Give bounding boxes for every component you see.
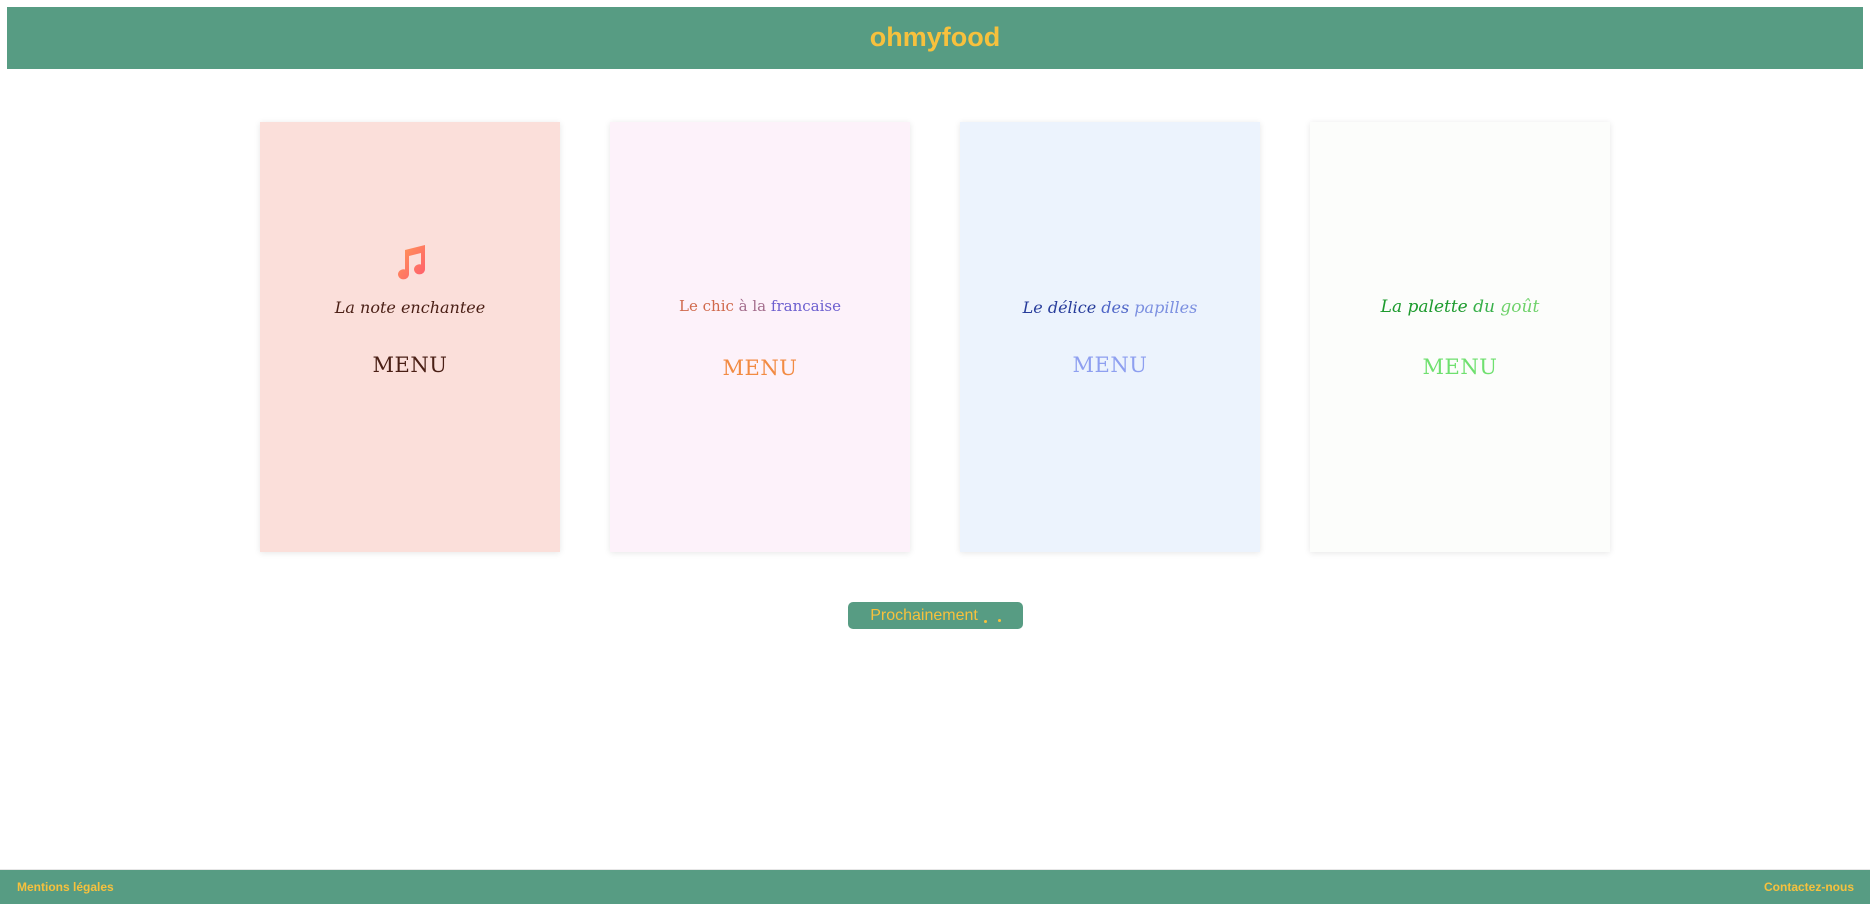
music-note-icon	[398, 245, 426, 280]
site-footer: Mentions légales Contactez-nous	[0, 869, 1870, 904]
menu-link[interactable]: MENU	[260, 353, 560, 377]
loading-dots-icon	[983, 609, 1001, 623]
card-title-part: des	[1101, 298, 1135, 317]
card-title-part: à la	[738, 297, 771, 315]
card-title: Le chic à la francaise	[610, 297, 910, 315]
restaurant-card-la-note-enchantee[interactable]: La note enchantee MENU	[260, 122, 560, 552]
contact-link[interactable]: Contactez-nous	[1764, 880, 1854, 894]
card-title-part: Le chic	[679, 297, 739, 315]
restaurant-card-le-delice-des-papilles[interactable]: Le délice des papilles MENU	[960, 122, 1260, 552]
coming-soon-label: Prochainement	[870, 606, 978, 624]
loading-dot	[997, 618, 1001, 622]
menu-link[interactable]: MENU	[610, 356, 910, 380]
card-title-part: La palette	[1380, 297, 1474, 317]
card-title-part: goût	[1500, 297, 1540, 317]
card-title-part: du	[1473, 297, 1501, 317]
restaurant-card-le-chic-a-la-francaise[interactable]: Le chic à la francaise MENU	[610, 122, 910, 552]
menu-link[interactable]: MENU	[1310, 355, 1610, 379]
menu-link[interactable]: MENU	[960, 353, 1260, 377]
card-title-part: papilles	[1134, 298, 1198, 317]
card-title-part: francaise	[770, 297, 841, 315]
card-title: La note enchantee	[334, 298, 486, 317]
card-title-part: Le délice	[1022, 298, 1102, 317]
legal-notice-link[interactable]: Mentions légales	[17, 880, 114, 894]
loading-dot	[983, 619, 987, 623]
card-title: Le délice des papilles	[960, 298, 1260, 317]
restaurant-card-la-palette-du-gout[interactable]: La palette du goût MENU	[1310, 122, 1610, 552]
brand-logo[interactable]: ohmyfood	[870, 22, 1000, 53]
restaurant-cards: La note enchantee MENU Le chic à la fran…	[260, 122, 1610, 552]
coming-soon-button[interactable]: Prochainement	[848, 602, 1023, 629]
card-title: La palette du goût	[1310, 297, 1610, 317]
site-header: ohmyfood	[7, 7, 1863, 69]
